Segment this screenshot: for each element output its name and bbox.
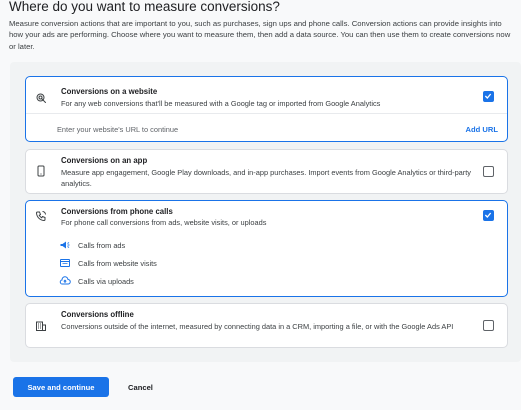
phone-checkbox[interactable]: [483, 210, 494, 221]
smartphone-icon: [37, 165, 45, 177]
option-subtitle-app: Measure app engagement, Google Play down…: [61, 168, 471, 188]
cloud-upload-icon: [59, 276, 71, 285]
option-title-app: Conversions on an app: [61, 156, 148, 165]
option-card-offline[interactable]: Conversions offline Conversions outside …: [25, 303, 508, 348]
page-title: Where do you want to measure conversions…: [9, 0, 280, 14]
save-and-continue-button[interactable]: Save and continue: [13, 377, 109, 397]
option-card-app[interactable]: Conversions on an app Measure app engage…: [25, 149, 508, 194]
phone-call-icon: [35, 211, 46, 222]
cancel-button[interactable]: Cancel: [122, 377, 159, 397]
sub-option-label: Calls from website visits: [78, 258, 157, 268]
option-title-offline: Conversions offline: [61, 310, 134, 319]
option-subtitle-offline: Conversions outside of the internet, mea…: [61, 322, 454, 331]
cursor-click-icon: [36, 93, 46, 103]
sub-option-label: Calls via uploads: [78, 276, 134, 286]
app-checkbox[interactable]: [483, 166, 494, 177]
browser-window-icon: [60, 259, 70, 267]
sub-option-calls-via-uploads: Calls via uploads: [59, 275, 134, 287]
option-title-phone: Conversions from phone calls: [61, 207, 173, 216]
offline-checkbox[interactable]: [483, 320, 494, 331]
option-subtitle-phone: For phone call conversions from ads, web…: [61, 218, 267, 227]
website-checkbox[interactable]: [483, 91, 494, 102]
add-url-button[interactable]: Add URL: [466, 125, 498, 134]
building-icon: [36, 321, 46, 331]
sub-option-calls-from-website-visits: Calls from website visits: [59, 257, 157, 269]
website-divider: [26, 113, 507, 114]
sub-option-calls-from-ads: Calls from ads: [59, 239, 125, 251]
option-card-phone[interactable]: Conversions from phone calls For phone c…: [25, 200, 508, 297]
option-subtitle-website: For any web conversions that'll be measu…: [61, 99, 381, 108]
megaphone-icon: [60, 241, 70, 249]
option-title-website: Conversions on a website: [61, 87, 158, 96]
website-url-input[interactable]: Enter your website's URL to continue: [57, 125, 178, 134]
page-description: Measure conversion actions that are impo…: [9, 19, 511, 51]
sub-option-label: Calls from ads: [78, 240, 126, 250]
option-card-website[interactable]: Conversions on a website For any web con…: [25, 76, 508, 142]
